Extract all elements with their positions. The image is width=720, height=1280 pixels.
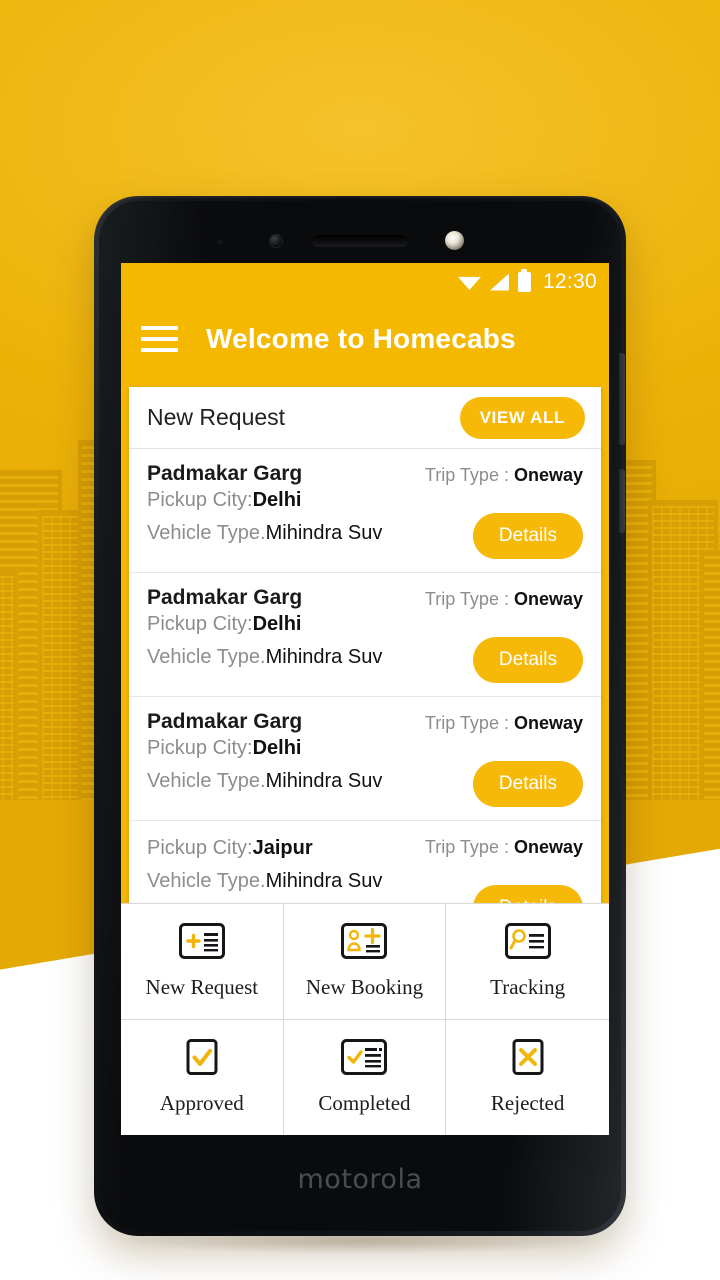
vehicle-type-label: Vehicle Type. — [147, 646, 266, 668]
new-booking-icon — [341, 922, 388, 964]
trip-type-value: Oneway — [513, 837, 583, 857]
vehicle-type-label: Vehicle Type. — [147, 870, 266, 892]
front-camera-icon — [270, 235, 282, 247]
grid-tile-label: Tracking — [490, 974, 566, 999]
grid-tile-tracking[interactable]: Tracking — [446, 904, 609, 1020]
card-title: New Request — [147, 404, 286, 430]
vehicle-type-value: Mihindra Suv — [265, 770, 383, 792]
trip-type-value: Oneway — [513, 465, 583, 485]
trip-type-value: Oneway — [513, 589, 583, 609]
pickup-city: Pickup City:Delhi — [147, 737, 585, 760]
table-row[interactable]: Padmakar Garg Pickup City:Delhi Vehicle Ty… — [129, 697, 601, 821]
grid-tile-label: New Request — [145, 974, 259, 999]
pickup-city-value: Delhi — [252, 613, 302, 635]
page-title: Welcome to Homecabs — [206, 323, 516, 354]
quick-action-grid: New Request New Booking Tracking Approved Co… — [121, 903, 609, 1135]
grid-tile-label: Completed — [318, 1090, 411, 1115]
battery-full-icon — [517, 269, 531, 292]
hamburger-menu-icon[interactable] — [141, 326, 178, 352]
approved-check-icon — [179, 1038, 225, 1080]
status-bar-clock: 12:30 — [542, 270, 597, 293]
vehicle-type-label: Vehicle Type. — [147, 522, 266, 544]
card-header: New Request VIEW ALL — [129, 387, 601, 449]
phone-bezel: 12:30 Welcome to Homecabs New Request VI… — [99, 201, 625, 1231]
trip-type: Trip Type : Oneway — [425, 465, 583, 486]
trip-type-label: Trip Type : — [424, 713, 514, 733]
grid-tile-rejected[interactable]: Rejected — [446, 1019, 609, 1135]
view-all-button[interactable]: VIEW ALL — [459, 396, 585, 439]
new-request-icon — [178, 922, 225, 964]
app-bar: Welcome to Homecabs — [121, 301, 609, 377]
grid-tile-new-request[interactable]: New Request — [121, 904, 284, 1020]
completed-list-icon — [341, 1038, 388, 1080]
details-button[interactable]: Details — [472, 513, 583, 559]
trip-type: Trip Type : Oneway — [425, 713, 583, 734]
grid-tile-label: Approved — [159, 1090, 244, 1115]
pickup-city-value: Jaipur — [252, 837, 313, 859]
trip-type: Trip Type : Oneway — [425, 837, 583, 858]
pickup-city-label: Pickup City: — [147, 737, 253, 759]
volume-button[interactable] — [619, 353, 625, 445]
grid-tile-completed[interactable]: Completed — [283, 1019, 447, 1135]
pickup-city-value: Delhi — [252, 737, 302, 759]
grid-tile-label: New Booking — [305, 974, 424, 999]
pickup-city-value: Delhi — [252, 489, 302, 511]
details-button[interactable]: Details — [472, 761, 583, 807]
trip-type-label: Trip Type : — [424, 589, 514, 609]
wifi-icon — [458, 274, 481, 290]
table-row[interactable]: Padmakar Garg Pickup City:Delhi Vehicle Ty… — [129, 449, 601, 573]
status-bar: 12:30 — [121, 263, 609, 301]
app-content: New Request VIEW ALL Padmakar Garg Pickup… — [121, 377, 609, 1135]
pickup-city: Pickup City:Delhi — [147, 613, 585, 636]
brand-label: motorola — [297, 1164, 423, 1195]
vehicle-type-value: Mihindra Suv — [265, 870, 383, 892]
grid-tile-new-booking[interactable]: New Booking — [283, 904, 447, 1020]
earpiece-speaker-icon — [312, 235, 408, 246]
grid-tile-label: Rejected — [490, 1090, 565, 1115]
trip-type: Trip Type : Oneway — [425, 589, 583, 610]
pickup-city: Pickup City:Delhi — [147, 489, 585, 512]
front-flash-icon — [445, 231, 464, 250]
tracking-icon — [504, 922, 551, 964]
trip-type-value: Oneway — [513, 713, 583, 733]
vehicle-type-label: Vehicle Type. — [147, 770, 266, 792]
rejected-cross-icon — [505, 1038, 551, 1080]
phone-screen: 12:30 Welcome to Homecabs New Request VI… — [121, 263, 609, 1135]
proximity-sensor-icon — [217, 239, 223, 245]
grid-tile-approved[interactable]: Approved — [121, 1019, 284, 1135]
details-button[interactable]: Details — [472, 637, 583, 683]
vehicle-type-value: Mihindra Suv — [265, 522, 383, 544]
trip-type-label: Trip Type : — [424, 837, 514, 857]
table-row[interactable]: Padmakar Garg Pickup City:Delhi Vehicle Ty… — [129, 573, 601, 697]
vehicle-type-value: Mihindra Suv — [265, 646, 383, 668]
pickup-city-label: Pickup City: — [147, 489, 253, 511]
cellular-signal-icon — [489, 273, 509, 291]
power-button[interactable] — [619, 469, 625, 533]
pickup-city-label: Pickup City: — [147, 837, 253, 859]
pickup-city-label: Pickup City: — [147, 613, 253, 635]
phone-device-frame: 12:30 Welcome to Homecabs New Request VI… — [94, 196, 626, 1236]
trip-type-label: Trip Type : — [424, 465, 514, 485]
